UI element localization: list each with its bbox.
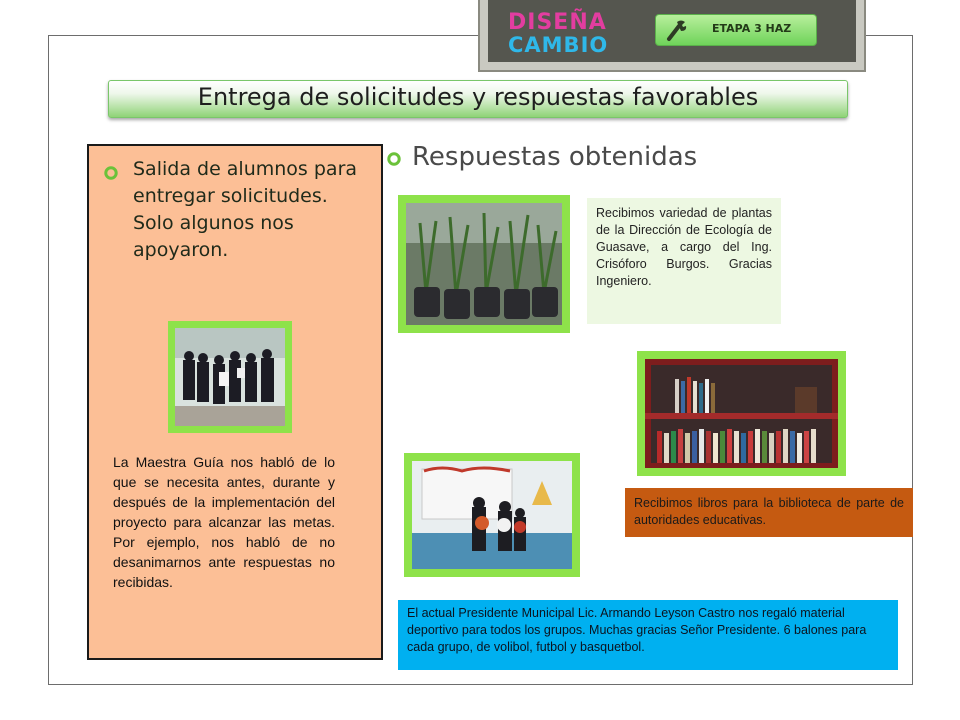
sports-equipment-photo: [404, 453, 580, 577]
page-title: Entrega de solicitudes y respuestas favo…: [197, 83, 759, 111]
disena-cambio-logo: DISEÑA CAMBIO: [508, 12, 618, 60]
stage-label: ETAPA 3 HAZ: [712, 22, 792, 35]
wrench-icon: [663, 18, 689, 42]
plants-note: Recibimos variedad de plantas de la Dire…: [587, 198, 781, 324]
bullet-icon: [387, 152, 401, 166]
left-heading: Salida de alumnos para entregar solicitu…: [133, 158, 358, 261]
books-photo: [637, 351, 846, 476]
right-heading: Respuestas obtenidas: [412, 142, 698, 172]
books-note: Recibimos libros para la biblioteca de p…: [625, 488, 913, 537]
plants-photo: [398, 195, 570, 333]
bullet-icon: [104, 166, 118, 180]
students-photo: [168, 321, 292, 433]
logo-line-2: CAMBIO: [508, 33, 609, 57]
logo-line-1: DISEÑA: [508, 10, 607, 35]
president-note: El actual Presidente Municipal Lic. Arma…: [398, 600, 898, 670]
guide-teacher-text: La Maestra Guía nos habló de lo que se n…: [113, 454, 335, 590]
